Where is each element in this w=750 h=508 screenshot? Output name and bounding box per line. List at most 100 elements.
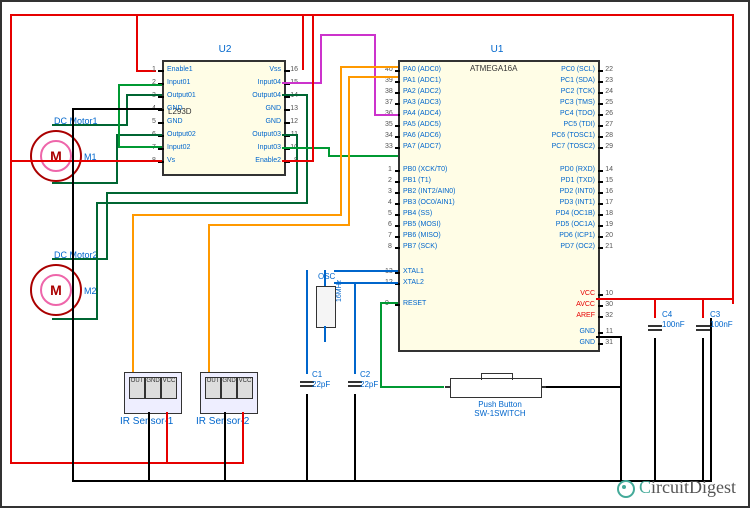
wire-pa6 [118,84,162,86]
wire-m2b [52,318,98,320]
u2-pin-Output03: Output03 [252,131,281,138]
wire-xtal2 [334,282,398,284]
wire-xtal-c2 [354,282,356,374]
u1-pin: PC7 (TOSC2) [552,143,595,150]
u1-pinnum: 7 [388,232,392,239]
u1-pin-RESET: RESET [403,300,426,307]
u1-pinnum: 5 [388,210,392,217]
ir2-vcc: VCC [239,378,252,384]
pushbtn-label: Push ButtonSW-1SWITCH [460,400,540,418]
wire-vs [10,160,162,162]
u1-pinnum: 15 [605,177,613,184]
u1-pin: PA1 (ADC1) [403,77,441,84]
u1-pin-XTAL1: XTAL1 [403,268,424,275]
wire-ir2-out [208,224,350,226]
wire-m2b [96,202,98,320]
u1-pinnum: 24 [605,88,613,95]
wire-vcc [10,462,242,464]
u1-pin: PA7 (ADC7) [403,143,441,150]
cap-c4 [648,318,662,338]
wire-m1b [116,134,162,136]
wire-c4-gnd [654,338,656,482]
ir-sensor-2: OUT GND VCC [200,372,258,414]
u1-pinnum: 39 [385,77,393,84]
u1-pinnum: 33 [385,143,393,150]
wire-vcc [732,14,734,304]
u1-pin-GND: GND [579,328,595,335]
wire-m2a [282,134,298,136]
u1-pinnum: 28 [605,132,613,139]
u1-pin-XTAL2: XTAL2 [403,279,424,286]
motor2-ref: M2 [84,286,97,296]
u1-pinnum: 27 [605,121,613,128]
u1-pin-GND: GND [579,339,595,346]
u1-pin: PD0 (RXD) [560,166,595,173]
u1-pinnum: 37 [385,99,393,106]
wire-en2 [312,14,314,162]
u2-pin-Vss: Vss [269,66,281,73]
u1-pinnum: 31 [605,339,613,346]
u1-pin: PD1 (TXD) [561,177,595,184]
u1-pin: PB3 (OC0/AIN1) [403,199,455,206]
u1-pinnum: 8 [388,243,392,250]
wire-xtal2 [324,326,326,342]
wire-ir1-gnd [148,412,150,482]
ir1-gnd: GND [146,378,159,384]
dc-motor-1: M [30,130,82,182]
u1-pin-AREF: AREF [576,312,595,319]
u2-pinnum: 12 [290,118,298,125]
u2-pin-Vs: Vs [167,157,175,164]
u1-pin: PB6 (MISO) [403,232,441,239]
wire-pa7 [328,155,398,157]
wire-vcc-c4 [654,298,656,318]
wire-m2b [96,202,308,204]
wire-ir1-vcc [166,412,168,464]
wire-ir2-out [348,76,398,78]
wire-pa6 [118,146,162,148]
wire-ir1-out [340,66,342,216]
u1-pin: PA4 (ADC4) [403,110,441,117]
wire-m1a [52,124,128,126]
u2-ref: U2 [200,44,250,55]
u1-pin: PB7 (SCK) [403,243,437,250]
c4-val: 100nF [662,320,685,329]
u2-pin-Input02: Input02 [167,144,190,151]
c3-ref: C3 [710,310,720,319]
u1-pinnum: 14 [605,166,613,173]
wire-reset [380,386,444,388]
wire-reset [380,302,398,304]
u1-pinnum: 30 [605,301,613,308]
u1-pin: PA5 (ADC5) [403,121,441,128]
u1-pin-AVCC: AVCC [576,301,595,308]
u1-pin: PB1 (T1) [403,177,431,184]
wire-l293-gnd [72,108,162,110]
schematic-canvas: U2 L293D Enable11Input012Output013GND4GN… [0,0,750,508]
u1-pin: PC3 (TMS) [560,99,595,106]
u1-pinnum: 20 [605,232,613,239]
u1-pinnum: 17 [605,199,613,206]
ir1-vcc: VCC [163,378,176,384]
wire-ir2-out [208,224,210,372]
u2-pin-GND: GND [167,105,183,112]
wire-gnd-u1 [596,336,622,338]
u2-chip: L293D Enable11Input012Output013GND4GND5O… [162,60,286,176]
u2-pinnum: 13 [290,105,298,112]
u2-pinnum: 5 [152,118,156,125]
push-button [450,378,542,398]
wire-xtal-c1 [306,270,308,374]
wire-btn-gnd [546,386,622,388]
u1-pinnum: 18 [605,210,613,217]
u1-pin: PD3 (INT1) [560,199,595,206]
wire-pa6 [118,84,120,148]
u2-pin-Input03: Input03 [258,144,281,151]
wire-ir1-out [340,66,398,68]
u1-pinnum: 6 [388,221,392,228]
u1-pin-VCC: VCC [580,290,595,297]
wire-pa4 [282,82,322,84]
cap-c3 [696,318,710,338]
ir2-out: OUT [207,378,220,384]
wire-ir2-out [348,76,350,226]
u1-chip: ATMEGA16A PA0 (ADC0)40PA1 (ADC1)39PA2 (A… [398,60,600,352]
u1-pin: PC1 (SDA) [560,77,595,84]
ir2-gnd: GND [222,378,235,384]
